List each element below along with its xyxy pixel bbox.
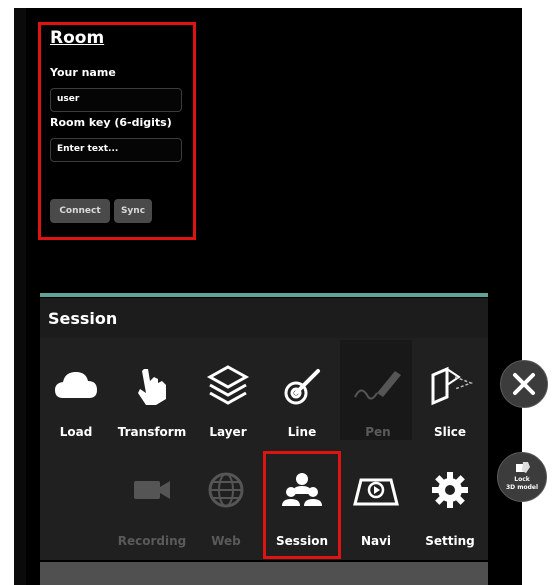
lock-label-line2: 3D model [505, 484, 539, 491]
tool-web-label: Web [211, 534, 241, 548]
panel-divider [40, 293, 488, 297]
tool-slice[interactable]: Slice [416, 355, 484, 455]
room-key-label: Room key (6-digits) [50, 116, 172, 129]
tool-load[interactable]: Load [42, 355, 110, 455]
tool-pen[interactable]: Pen [344, 355, 412, 455]
room-title: Room [50, 28, 105, 48]
bottom-strip [40, 562, 488, 585]
video-camera-icon [118, 460, 186, 520]
tool-line[interactable]: Line [268, 355, 336, 455]
tool-setting-label: Setting [425, 534, 475, 548]
close-button[interactable] [500, 360, 548, 408]
tool-line-label: Line [287, 425, 317, 439]
line-icon [268, 355, 336, 415]
session-tool-highlight [263, 451, 341, 559]
tool-slice-label: Slice [433, 425, 467, 439]
tool-web[interactable]: Web [192, 460, 260, 560]
globe-icon [192, 460, 260, 520]
cloud-icon [42, 355, 110, 415]
tool-layer[interactable]: Layer [194, 355, 262, 455]
pen-icon [344, 355, 412, 415]
hand-icon [118, 355, 186, 415]
tool-setting[interactable]: Setting [416, 460, 484, 560]
navigation-icon [342, 460, 410, 520]
close-icon [513, 373, 535, 395]
left-edge [14, 8, 26, 585]
tool-navi[interactable]: Navi [342, 460, 410, 560]
lock-hand-icon [516, 462, 530, 473]
tool-transform[interactable]: Transform [118, 355, 186, 455]
tool-recording[interactable]: Recording [118, 460, 186, 560]
layers-icon [194, 355, 262, 415]
room-key-field[interactable]: Enter text... [50, 138, 182, 162]
tool-load-label: Load [59, 425, 93, 439]
gear-icon [416, 460, 484, 520]
lock-label-line1: Lock [514, 476, 530, 483]
session-panel-title: Session [48, 309, 118, 328]
connect-button[interactable]: Connect [50, 199, 110, 223]
name-field[interactable]: user [50, 88, 182, 112]
your-name-label: Your name [50, 66, 116, 79]
slice-icon [416, 355, 484, 415]
tool-transform-label: Transform [117, 425, 187, 439]
sync-button[interactable]: Sync [114, 199, 152, 223]
